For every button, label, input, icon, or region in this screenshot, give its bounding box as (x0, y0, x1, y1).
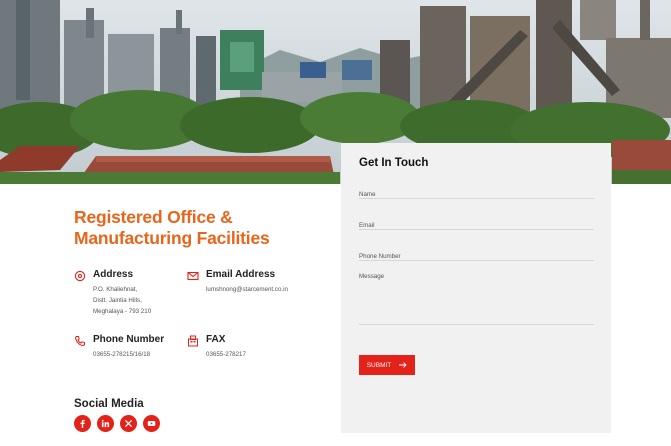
phone-icon (74, 336, 85, 347)
phone-field-wrap (359, 245, 594, 261)
social-links (74, 415, 160, 432)
address-line: Meghalaya - 793 210 (93, 308, 152, 315)
location-icon (74, 270, 86, 282)
address-line: P.O. Khaliehnat, (93, 286, 138, 293)
email-field-wrap (359, 214, 594, 230)
office-heading: Registered Office & Manufacturing Facili… (74, 207, 270, 248)
contact-form-card: Get In Touch SUBMIT (341, 143, 611, 433)
fax-icon (188, 335, 198, 347)
message-textarea[interactable] (359, 273, 594, 321)
fax-title: FAX (206, 334, 226, 345)
name-input[interactable] (359, 191, 594, 198)
youtube-icon[interactable] (143, 415, 160, 432)
arrow-right-icon (399, 362, 407, 368)
phone-input[interactable] (359, 253, 594, 260)
form-title: Get In Touch (359, 157, 429, 169)
facebook-icon[interactable] (74, 415, 91, 432)
phone-value[interactable]: 03655-278215/16/18 (93, 349, 150, 360)
x-icon[interactable] (120, 415, 137, 432)
submit-button[interactable]: SUBMIT (359, 355, 415, 375)
email-value[interactable]: lumshnong@starcement.co.in (206, 284, 288, 295)
email-title: Email Address (206, 269, 276, 280)
address-title: Address (93, 269, 134, 280)
message-field-wrap (359, 273, 594, 325)
submit-label: SUBMIT (366, 361, 392, 369)
email-input[interactable] (359, 222, 594, 229)
phone-title: Phone Number (93, 334, 165, 345)
address-text: P.O. Khaliehnat, Distt. Jaintia Hills, M… (93, 284, 151, 317)
address-line: Distt. Jaintia Hills, (93, 297, 142, 304)
name-field-wrap (359, 183, 594, 199)
linkedin-icon[interactable] (97, 415, 114, 432)
mail-icon (187, 271, 199, 281)
social-media-title: Social Media (74, 398, 144, 410)
fax-value: 03655-278217 (206, 351, 246, 358)
